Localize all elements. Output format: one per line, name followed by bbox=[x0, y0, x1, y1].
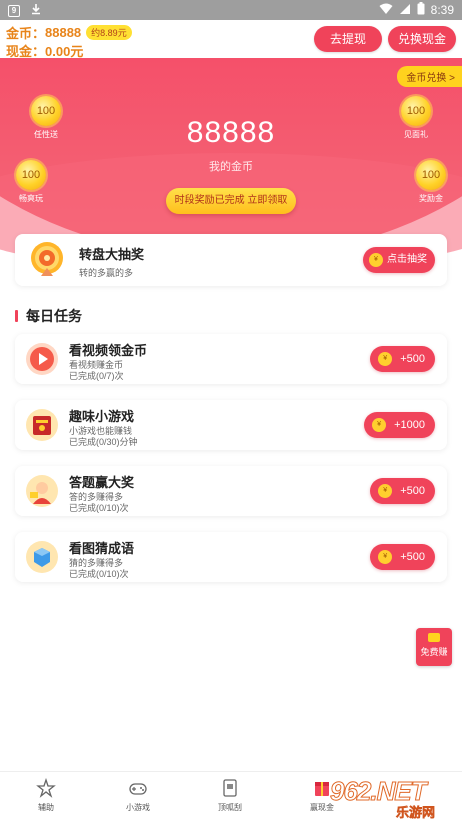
task-progress: 已完成(0/10)次 bbox=[69, 503, 129, 513]
task-card[interactable]: 答题赢大奖 答的多赚得多 已完成(0/10)次 ¥ +500 bbox=[15, 466, 447, 516]
task-title: 答题赢大奖 bbox=[69, 475, 135, 490]
download-icon bbox=[30, 3, 42, 18]
site-watermark: 962.NET 乐游网 bbox=[330, 776, 458, 821]
daily-tasks-heading: 每日任务 bbox=[15, 306, 82, 326]
nav-item-scratch[interactable]: 顶呱刮 bbox=[200, 778, 260, 813]
watermark-subtext: 乐游网 bbox=[396, 805, 436, 821]
coin-icon: ¥ bbox=[369, 253, 383, 267]
puzzle-cube-icon bbox=[25, 540, 59, 574]
nav-item-label: 顶呱刮 bbox=[218, 803, 242, 812]
task-reward: +500 bbox=[400, 485, 425, 497]
task-title: 看图猜成语 bbox=[69, 541, 135, 556]
gamepad-icon bbox=[128, 778, 148, 798]
task-title: 趣味小游戏 bbox=[69, 409, 135, 424]
daily-tasks-title: 每日任务 bbox=[26, 308, 82, 324]
coin-icon: ¥ bbox=[372, 418, 387, 432]
coin-bubble-label: 奖励金 bbox=[419, 194, 443, 203]
status-bar: 9 8:39 bbox=[0, 0, 462, 20]
task-reward: +1000 bbox=[394, 419, 425, 431]
signal-icon bbox=[399, 3, 411, 18]
battery-icon bbox=[417, 2, 425, 18]
section-accent-bar bbox=[15, 310, 18, 322]
task-progress: 已完成(0/30)分钟 bbox=[69, 437, 138, 447]
task-reward: +500 bbox=[400, 551, 425, 563]
coin-icon: ¥ bbox=[378, 550, 393, 564]
coin-hero-panel: 金币兑换 > 100 任性送 100 畅爽玩 100 见面礼 100 奖励金 8… bbox=[0, 58, 462, 263]
coin-exchange-tab[interactable]: 金币兑换 > bbox=[397, 66, 462, 87]
red-envelope-icon bbox=[428, 633, 440, 642]
coin-count: 88888 bbox=[186, 116, 276, 149]
coin-approx-badge: 约8.89元 bbox=[86, 25, 132, 40]
task-card[interactable]: 看图猜成语 猜的多赚得多 已完成(0/10)次 ¥ +500 bbox=[15, 532, 447, 582]
game-book-icon bbox=[25, 408, 59, 442]
coin-icon: ¥ bbox=[378, 484, 393, 498]
task-card[interactable]: 看视频领金币 看视频赚金币 已完成(0/7)次 ¥ +500 bbox=[15, 334, 447, 384]
lottery-subtitle: 转的多赢的多 bbox=[79, 268, 134, 278]
nav-item-label: 小游戏 bbox=[126, 803, 150, 812]
lottery-draw-button[interactable]: ¥ 点击抽奖 bbox=[363, 247, 435, 273]
task-progress: 已完成(0/10)次 bbox=[69, 569, 129, 579]
nav-item-helper[interactable]: 辅助 bbox=[16, 777, 76, 813]
coin-balance-label: 金币： bbox=[6, 26, 46, 41]
nav-item-label: 辅助 bbox=[38, 803, 54, 812]
prize-wheel-icon bbox=[27, 240, 67, 280]
star-settings-icon bbox=[36, 777, 56, 798]
exchange-cash-button[interactable]: 兑换现金 bbox=[388, 26, 456, 52]
cash-balance-label: 现金： bbox=[6, 44, 46, 59]
task-reward-button[interactable]: ¥ +500 bbox=[370, 478, 435, 504]
free-earn-label: 免费赚 bbox=[420, 647, 448, 657]
task-title: 看视频领金币 bbox=[69, 343, 148, 358]
task-reward-button[interactable]: ¥ +500 bbox=[370, 346, 435, 372]
lottery-card[interactable]: 转盘大抽奖 转的多赢的多 ¥ 点击抽奖 bbox=[15, 234, 447, 286]
task-card[interactable]: 趣味小游戏 小游戏也能赚钱 已完成(0/30)分钟 ¥ +1000 bbox=[15, 400, 447, 450]
cash-balance-value: 0.00元 bbox=[45, 44, 84, 59]
wallet-header: 金币： 88888 约8.89元 现金：0.00元 去提现 兑换现金 bbox=[0, 20, 462, 59]
task-reward-button[interactable]: ¥ +500 bbox=[370, 544, 435, 570]
nav-item-minigames[interactable]: 小游戏 bbox=[108, 778, 168, 813]
wifi-icon bbox=[379, 3, 393, 18]
video-play-icon bbox=[25, 342, 59, 376]
lottery-title: 转盘大抽奖 bbox=[79, 247, 145, 262]
coin-balance: 金币： 88888 约8.89元 bbox=[6, 23, 132, 42]
lottery-draw-label: 点击抽奖 bbox=[387, 254, 427, 265]
coin-caption: 我的金币 bbox=[209, 161, 253, 173]
task-reward: +500 bbox=[400, 353, 425, 365]
coin-icon: ¥ bbox=[378, 352, 393, 366]
task-progress: 已完成(0/7)次 bbox=[69, 371, 124, 381]
app-notification-icon: 9 bbox=[8, 4, 20, 17]
coin-balance-value: 88888 bbox=[45, 25, 82, 40]
scratch-card-icon bbox=[220, 778, 240, 798]
free-earn-float-button[interactable]: 免费赚 bbox=[416, 628, 452, 666]
coin-bubble-label: 畅爽玩 bbox=[19, 194, 43, 203]
status-time: 8:39 bbox=[430, 3, 454, 17]
task-reward-button[interactable]: ¥ +1000 bbox=[364, 412, 435, 438]
quiz-kid-icon bbox=[25, 474, 59, 508]
claim-reward-button[interactable]: 时段奖励已完成 立即领取 bbox=[166, 188, 296, 214]
cash-gift-icon bbox=[312, 778, 332, 798]
withdraw-button[interactable]: 去提现 bbox=[314, 26, 382, 52]
